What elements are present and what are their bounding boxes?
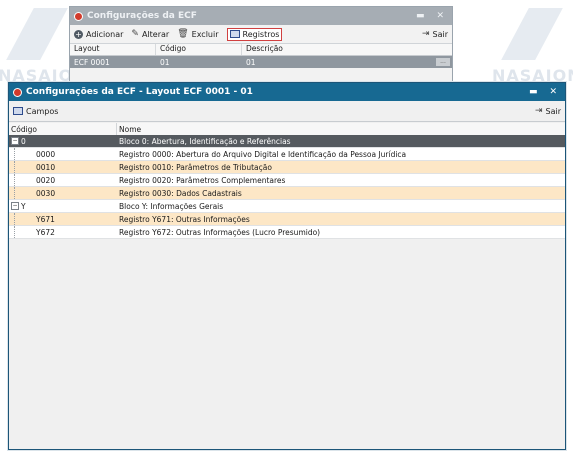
edit-button[interactable]: ✎ Alterar <box>131 29 169 39</box>
row-code: Y <box>21 201 26 211</box>
front-window-title: Configurações da ECF - Layout ECF 0001 -… <box>26 87 253 97</box>
app-icon <box>74 11 83 21</box>
row-code: Y671 <box>36 214 55 224</box>
row-code: 0010 <box>36 162 56 172</box>
row-code: 0 <box>21 136 26 146</box>
column-header-codigo[interactable]: Código <box>156 44 242 55</box>
front-toolbar: Campos ⇥ Sair <box>9 101 565 122</box>
cell-codigo: 01 <box>160 57 170 67</box>
collapse-icon[interactable]: − <box>11 202 19 210</box>
column-header-layout[interactable]: Layout <box>70 44 156 55</box>
tree-row-bloco-0[interactable]: − 0 Bloco 0: Abertura, Identificação e R… <box>9 135 565 148</box>
tree-view[interactable]: − 0 Bloco 0: Abertura, Identificação e R… <box>9 135 565 449</box>
campos-button[interactable]: Campos <box>13 107 58 116</box>
trash-icon: 🗑 <box>177 29 189 39</box>
front-window: Configurações da ECF - Layout ECF 0001 -… <box>8 82 566 450</box>
row-name: Registro 0010: Parâmetros de Tributação <box>119 162 272 172</box>
back-window-title: Configurações da ECF <box>87 11 197 21</box>
pencil-icon: ✎ <box>131 29 139 39</box>
column-header-codigo[interactable]: Código <box>9 123 117 135</box>
tree-row[interactable]: 0030 Registro 0030: Dados Cadastrais <box>9 187 565 200</box>
exit-button[interactable]: ⇥ Sair <box>422 29 448 39</box>
tree-row[interactable]: 0010 Registro 0010: Parâmetros de Tribut… <box>9 161 565 174</box>
exit-icon: ⇥ <box>421 29 430 39</box>
collapse-icon[interactable]: − <box>11 137 19 145</box>
row-name: Registro 0030: Dados Cadastrais <box>119 188 242 198</box>
tree-row[interactable]: 0000 Registro 0000: Abertura do Arquivo … <box>9 148 565 161</box>
grid-icon <box>229 30 240 38</box>
row-code: 0020 <box>36 175 56 185</box>
minimize-icon[interactable]: ▬ <box>529 87 538 97</box>
grid-icon <box>13 107 23 115</box>
tree-row-bloco-y[interactable]: − Y Bloco Y: Informações Gerais <box>9 200 565 213</box>
row-name: Registro Y672: Outras Informações (Lucro… <box>119 227 321 237</box>
registros-button[interactable]: Registros <box>226 27 283 41</box>
tree-row[interactable]: Y671 Registro Y671: Outras Informações <box>9 213 565 226</box>
exit-icon: ⇥ <box>534 106 543 116</box>
cell-descricao: 01 <box>246 57 256 67</box>
delete-button[interactable]: 🗑 Excluir <box>177 29 218 39</box>
column-header-nome[interactable]: Nome <box>117 123 565 135</box>
watermark-shape <box>6 8 68 60</box>
plus-icon: + <box>74 29 83 39</box>
close-icon[interactable]: ✕ <box>436 11 444 21</box>
front-window-titlebar: Configurações da ECF - Layout ECF 0001 -… <box>9 83 565 101</box>
back-toolbar: + Adicionar ✎ Alterar 🗑 Excluir Registro… <box>70 25 452 44</box>
close-icon[interactable]: ✕ <box>549 87 557 97</box>
watermark-shape <box>501 8 563 60</box>
row-name: Bloco Y: Informações Gerais <box>119 201 224 211</box>
minimize-icon[interactable]: ▬ <box>416 11 425 21</box>
ellipsis-button[interactable]: ... <box>436 58 450 66</box>
add-button[interactable]: + Adicionar <box>74 29 123 39</box>
tree-row[interactable]: Y672 Registro Y672: Outras Informações (… <box>9 226 565 239</box>
back-window: Configurações da ECF ▬ ✕ + Adicionar ✎ A… <box>69 6 453 86</box>
app-icon <box>13 87 22 97</box>
back-grid-header: Layout Código Descrição <box>70 44 452 56</box>
row-name: Registro 0000: Abertura do Arquivo Digit… <box>119 149 407 159</box>
table-row[interactable]: ECF 0001 01 01 ... <box>70 56 452 68</box>
row-name: Bloco 0: Abertura, Identificação e Refer… <box>119 136 291 146</box>
row-name: Registro 0020: Parâmetros Complementares <box>119 175 286 185</box>
column-header-descricao[interactable]: Descrição <box>242 44 452 55</box>
cell-layout: ECF 0001 <box>74 57 110 67</box>
exit-button[interactable]: ⇥ Sair <box>535 106 561 116</box>
row-code: 0000 <box>36 149 56 159</box>
row-name: Registro Y671: Outras Informações <box>119 214 250 224</box>
row-code: 0030 <box>36 188 56 198</box>
row-code: Y672 <box>36 227 55 237</box>
tree-row[interactable]: 0020 Registro 0020: Parâmetros Complemen… <box>9 174 565 187</box>
back-window-titlebar: Configurações da ECF ▬ ✕ <box>70 7 452 25</box>
